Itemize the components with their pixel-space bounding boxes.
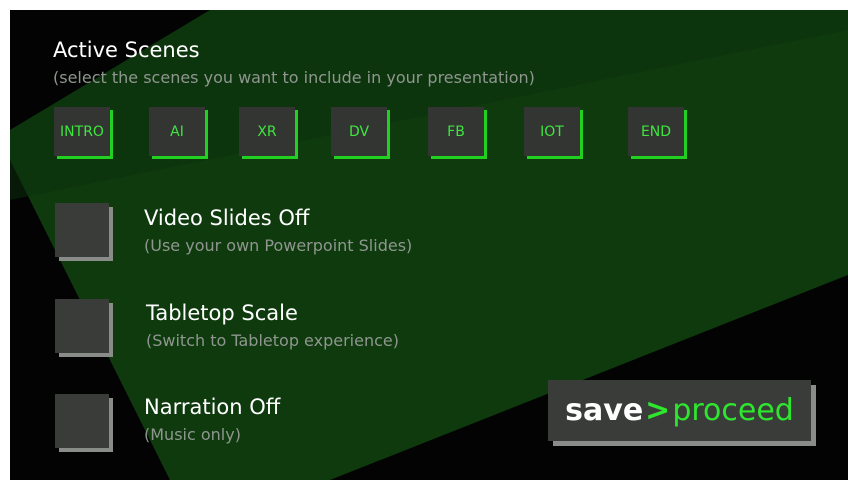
tabletop-scale-checkbox[interactable]	[55, 299, 109, 353]
proceed-text: proceed	[672, 393, 794, 428]
page-title: Active Scenes	[53, 38, 200, 62]
settings-panel: Active Scenes (select the scenes you wan…	[10, 10, 848, 480]
scene-button-iot[interactable]: IOT	[524, 107, 580, 156]
narration-sublabel: (Music only)	[144, 425, 241, 444]
arrow-icon: >	[645, 393, 671, 428]
video-slides-checkbox[interactable]	[55, 203, 109, 257]
scene-button-xr[interactable]: XR	[239, 107, 295, 156]
scene-button-ai[interactable]: AI	[149, 107, 205, 156]
scene-button-intro[interactable]: INTRO	[54, 107, 110, 156]
narration-label: Narration Off	[144, 395, 281, 419]
video-slides-label: Video Slides Off	[144, 206, 310, 230]
save-text: save	[565, 393, 644, 428]
page-subtitle: (select the scenes you want to include i…	[53, 68, 535, 87]
scene-button-dv[interactable]: DV	[331, 107, 387, 156]
narration-checkbox[interactable]	[55, 394, 109, 448]
video-slides-sublabel: (Use your own Powerpoint Slides)	[144, 236, 413, 255]
scene-button-end[interactable]: END	[628, 107, 684, 156]
save-proceed-button[interactable]: save > proceed	[548, 380, 811, 441]
tabletop-scale-label: Tabletop Scale	[146, 301, 298, 325]
tabletop-scale-sublabel: (Switch to Tabletop experience)	[146, 331, 399, 350]
scene-button-fb[interactable]: FB	[428, 107, 484, 156]
